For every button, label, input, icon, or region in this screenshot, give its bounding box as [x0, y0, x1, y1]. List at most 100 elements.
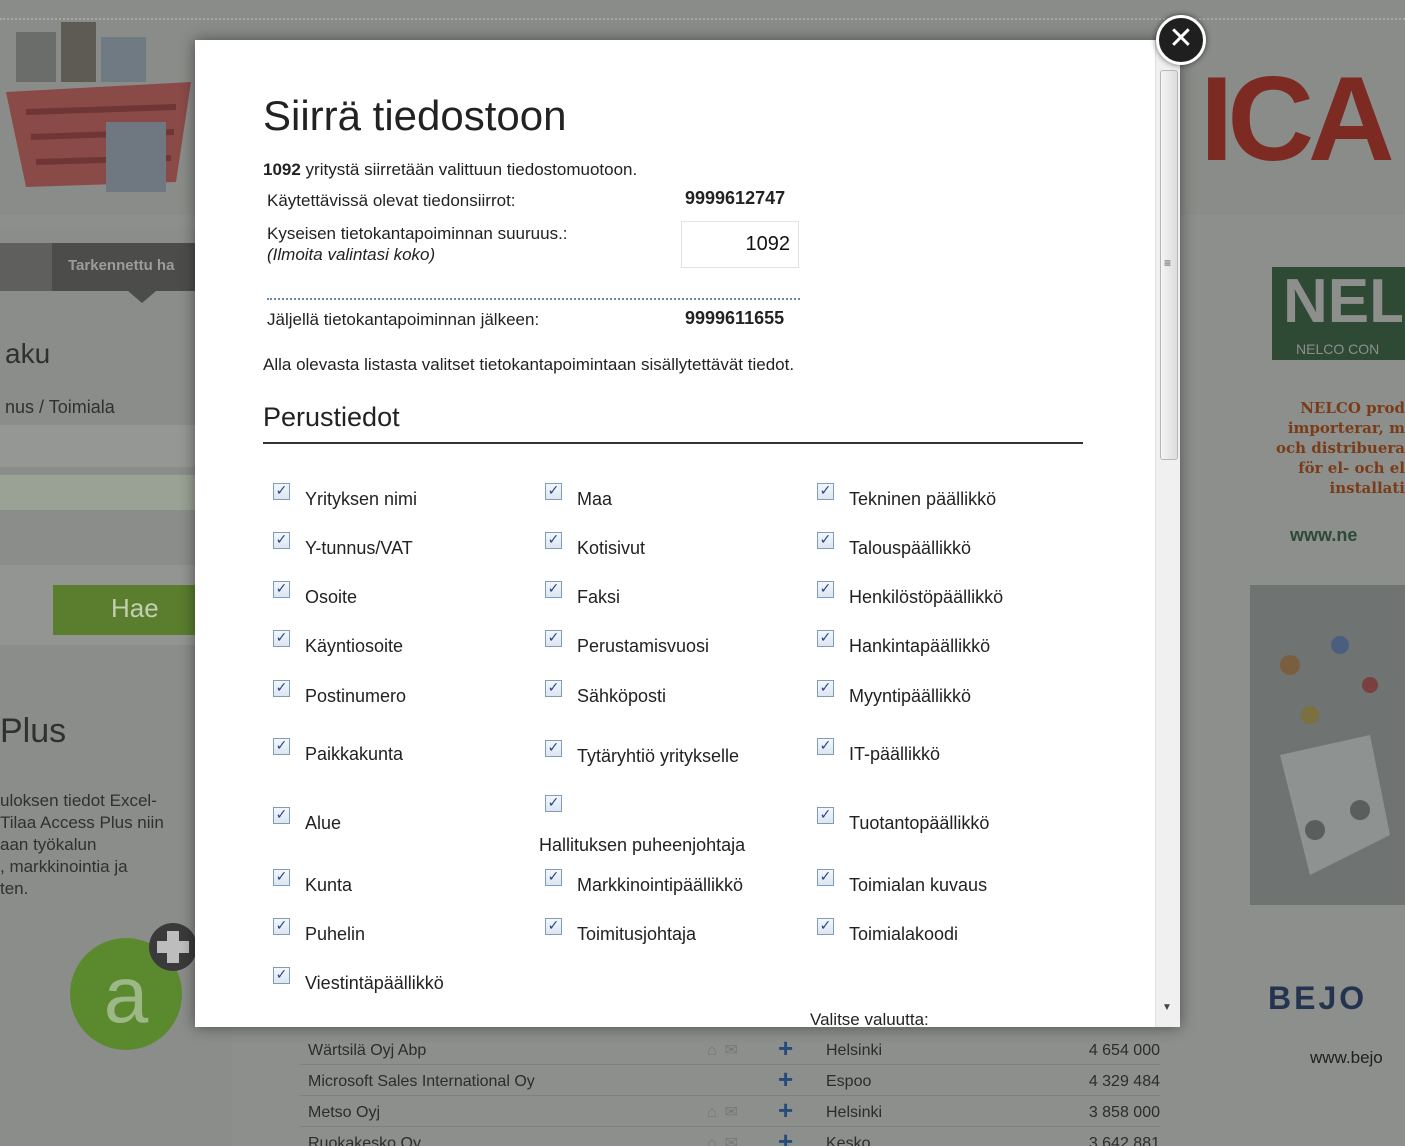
- checkbox-label: Tytäryhtiö yritykselle: [577, 746, 740, 766]
- contact-icons: ⌂✉: [707, 1135, 747, 1146]
- export-dialog: Siirrä tiedostoon 1092 yritystä siirretä…: [195, 40, 1180, 1027]
- checkbox-label: Faksi: [577, 587, 621, 607]
- checkbox[interactable]: ✓: [817, 581, 834, 598]
- checkbox[interactable]: ✓: [545, 795, 562, 812]
- checkbox[interactable]: ✓: [817, 680, 834, 697]
- checkbox-label: Toimialan kuvaus: [849, 875, 988, 895]
- checkbox[interactable]: ✓: [545, 532, 562, 549]
- checkbox[interactable]: ✓: [273, 483, 290, 500]
- tab-pointer: [128, 291, 156, 303]
- tab-basic[interactable]: [0, 243, 52, 291]
- company-name[interactable]: Microsoft Sales International Oy: [308, 1073, 535, 1091]
- checkbox-label: Toimialakoodi: [849, 924, 959, 944]
- breadcrumb: nus / Toimiala: [5, 397, 115, 417]
- scrollbar-thumb[interactable]: ≡: [1160, 70, 1178, 460]
- extract-size-label: Kyseisen tietokantapoiminnan suuruus.:: [267, 224, 568, 243]
- company-revenue: 3 642 881: [1088, 1135, 1160, 1146]
- checkbox-label: Tekninen päällikkö: [849, 489, 997, 509]
- checkbox[interactable]: ✓: [817, 483, 834, 500]
- finland-flag-icon: +: [778, 1064, 794, 1094]
- remaining-value: 9999611655: [685, 308, 785, 328]
- checkbox[interactable]: ✓: [273, 680, 290, 697]
- section-heading-basic-info: Perustiedot: [263, 402, 400, 432]
- checkbox[interactable]: ✓: [545, 918, 562, 935]
- checkbox-label: Osoite: [305, 587, 358, 607]
- export-count: 1092: [263, 160, 301, 179]
- checkbox[interactable]: ✓: [273, 967, 290, 984]
- checkbox[interactable]: ✓: [817, 532, 834, 549]
- contact-icons: ⌂✉: [707, 1042, 747, 1059]
- dialog-scrollbar[interactable]: ≡ ▼: [1155, 40, 1180, 1027]
- checkbox-label: Alue: [305, 813, 342, 833]
- checkbox[interactable]: ✓: [545, 581, 562, 598]
- table-row[interactable]: Ruokakesko Oy ⌂✉ + Kesko 3 642 881: [300, 1128, 1160, 1146]
- ica-logo: ICA: [1200, 52, 1395, 186]
- checkbox[interactable]: ✓: [273, 807, 290, 824]
- checkbox-label: Markkinointipäällikkö: [577, 875, 744, 895]
- search-heading: aku: [5, 338, 51, 369]
- checkbox-label: Yrityksen nimi: [305, 489, 418, 509]
- access-plus-heading: Plus: [0, 712, 67, 750]
- checkbox[interactable]: ✓: [273, 630, 290, 647]
- company-revenue: 3 858 000: [1088, 1104, 1160, 1121]
- search-button[interactable]: Hae: [53, 585, 195, 635]
- checkbox[interactable]: ✓: [273, 869, 290, 886]
- scroll-down-arrow-icon[interactable]: ▼: [1162, 1002, 1172, 1013]
- connector-product-image: [1250, 585, 1405, 905]
- tab-advanced-search[interactable]: Tarkennettu ha: [52, 243, 202, 291]
- company-name[interactable]: Metso Oyj: [308, 1104, 380, 1122]
- svg-text:a: a: [104, 950, 149, 1039]
- checkbox-label: Viestintäpäällikkö: [305, 973, 444, 993]
- checkbox-label: Maa: [577, 489, 613, 509]
- nelco-logo-subtitle: NELCO CON: [1272, 338, 1405, 360]
- checkbox-label: Hallituksen puheenjohtaja: [539, 835, 746, 855]
- available-transfers-value: 9999612747: [685, 188, 786, 208]
- export-summary-text: yritystä siirretään valittuun tiedostomu…: [300, 160, 638, 179]
- checkbox-label: Hankintapäällikkö: [849, 636, 991, 656]
- company-city: Espoo: [826, 1073, 872, 1090]
- table-row[interactable]: Wärtsilä Oyj Abp ⌂✉ + Helsinki 4 654 000: [300, 1035, 1160, 1065]
- checkbox-label: Postinumero: [305, 686, 407, 706]
- checkbox[interactable]: ✓: [273, 918, 290, 935]
- checkbox-label: Paikkakunta: [305, 744, 404, 764]
- extract-size-input[interactable]: [681, 221, 799, 268]
- company-revenue: 4 654 000: [1088, 1042, 1160, 1059]
- nelco-logo: NEL: [1272, 267, 1405, 339]
- checkbox-label: Henkilöstöpäällikkö: [849, 587, 1004, 607]
- checkbox-label: Toimitusjohtaja: [577, 924, 697, 944]
- access-plus-text: uloksen tiedot Excel- Tilaa Access Plus …: [0, 791, 164, 898]
- company-city: Helsinki: [826, 1042, 883, 1059]
- remaining-label: Jäljellä tietokantapoiminnan jälkeen:: [267, 310, 540, 329]
- checkbox[interactable]: ✓: [817, 807, 834, 824]
- available-transfers-label: Käytettävissä olevat tiedonsiirrot:: [267, 191, 516, 210]
- checkbox-label: IT-päällikkö: [849, 744, 941, 764]
- checkbox[interactable]: ✓: [545, 740, 562, 757]
- checkbox[interactable]: ✓: [817, 869, 834, 886]
- export-dialog-content: Siirrä tiedostoon 1092 yritystä siirretä…: [195, 40, 1155, 1027]
- selection-info: Alla olevasta listasta valitset tietokan…: [263, 355, 795, 374]
- checkbox-label: Kotisivut: [577, 538, 646, 558]
- checkbox-label: Y-tunnus/VAT: [305, 538, 413, 558]
- checkbox[interactable]: ✓: [273, 581, 290, 598]
- checkbox[interactable]: ✓: [273, 738, 290, 755]
- contact-icons: ⌂✉: [707, 1104, 747, 1121]
- checkbox[interactable]: ✓: [545, 680, 562, 697]
- checkbox[interactable]: ✓: [273, 532, 290, 549]
- company-name[interactable]: Wärtsilä Oyj Abp: [308, 1042, 426, 1060]
- bejo-logo: BEJO: [1268, 980, 1368, 1016]
- table-row[interactable]: Microsoft Sales International Oy + Espoo…: [300, 1066, 1160, 1096]
- company-name[interactable]: Ruokakesko Oy: [308, 1135, 421, 1146]
- extract-size-hint: (Ilmoita valintasi koko): [267, 245, 436, 264]
- company-revenue: 4 329 484: [1088, 1073, 1160, 1090]
- checkbox[interactable]: ✓: [545, 483, 562, 500]
- checkbox[interactable]: ✓: [545, 869, 562, 886]
- checkbox[interactable]: ✓: [545, 630, 562, 647]
- table-row[interactable]: Metso Oyj ⌂✉ + Helsinki 3 858 000: [300, 1097, 1160, 1127]
- currency-label: Valitse valuutta:: [810, 1010, 929, 1027]
- bejo-ad-url[interactable]: www.bejo: [1310, 1048, 1383, 1068]
- checkbox[interactable]: ✓: [817, 738, 834, 755]
- nelco-ad-url[interactable]: www.ne: [1290, 525, 1357, 546]
- checkbox[interactable]: ✓: [817, 918, 834, 935]
- checkbox[interactable]: ✓: [817, 630, 834, 647]
- close-button[interactable]: ✕: [1156, 15, 1206, 65]
